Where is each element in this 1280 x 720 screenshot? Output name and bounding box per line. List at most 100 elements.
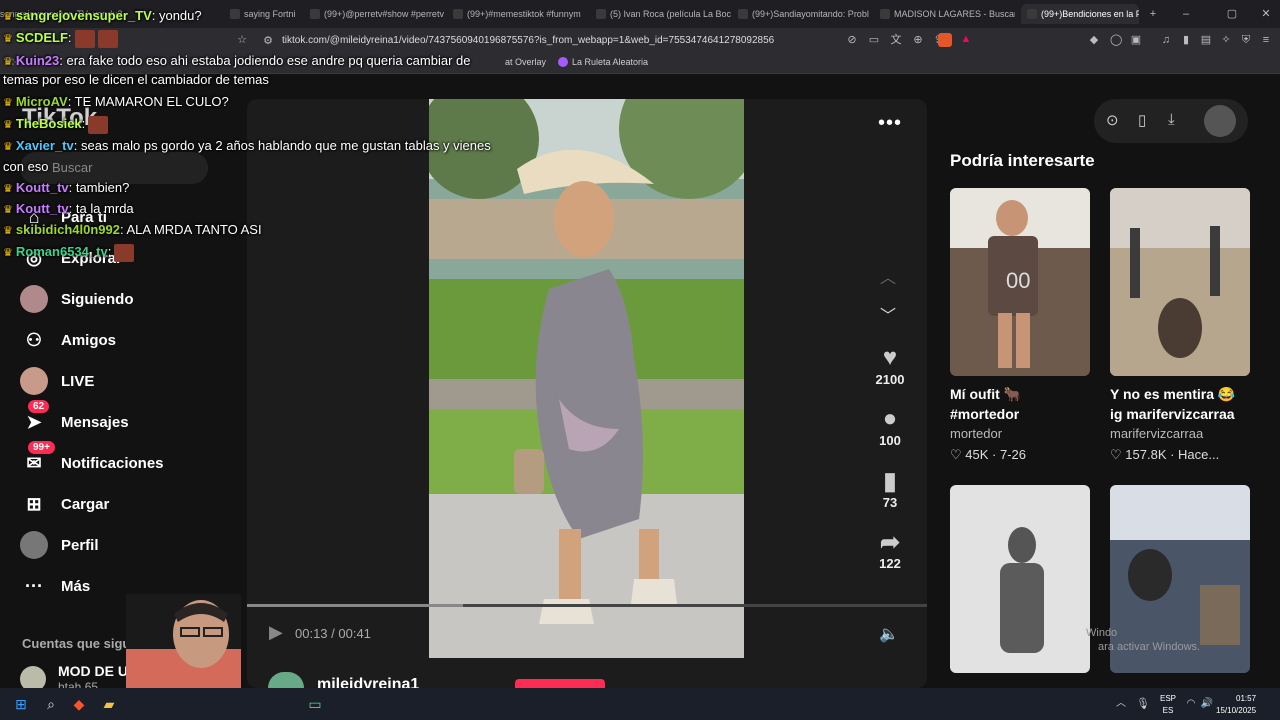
tab-favicon-icon	[738, 9, 748, 19]
language-indicator[interactable]: ESP ES	[1160, 693, 1176, 717]
block-icon[interactable]: ⊘	[846, 34, 858, 46]
share-button[interactable]: ➦ 122	[858, 528, 922, 571]
bookmark-icon[interactable]: ☆	[236, 34, 248, 46]
prev-video-icon[interactable]: ︿	[880, 264, 896, 288]
comment-icon: ●	[882, 405, 898, 432]
comment-button[interactable]: ● 100	[858, 405, 922, 448]
close-window-icon[interactable]: ✕	[1260, 8, 1272, 20]
chat-username: Xavier_tv	[15, 138, 74, 153]
watermark-line: ara activar Windows.	[1098, 641, 1201, 653]
recommend-user: marifervizcarraa	[1110, 426, 1204, 441]
chat-text: temas por eso le dicen el cambiador de t…	[3, 72, 269, 87]
volume-icon[interactable]: 🔊	[1198, 695, 1216, 713]
sidebar-item-más[interactable]: ··· Más	[20, 571, 90, 601]
chat-username: skibidich4l0n992	[15, 222, 120, 237]
site-info-icon[interactable]: ⚙	[262, 35, 274, 47]
tray-chevron-icon[interactable]: ︿	[1112, 695, 1130, 713]
save-button[interactable]: ▮ 73	[858, 467, 922, 510]
chat-message: ♛ Roman6534_tv:	[3, 241, 135, 265]
sidebar-item-notificaciones[interactable]: ✉ 99+ Notificaciones	[20, 441, 164, 478]
recommend-meta: ♡ 157.8K · Hace...	[1110, 447, 1220, 462]
cast-icon[interactable]: ▭	[868, 34, 880, 46]
browser-tab[interactable]: (99+)Sandiayomitando: Probl	[738, 4, 873, 24]
chat-username: SCDELF	[15, 30, 68, 45]
chat-badge-icon: ♛	[3, 204, 16, 216]
menu-icon[interactable]: ≡	[1260, 34, 1272, 46]
rewards-icon[interactable]: ▲	[960, 33, 972, 45]
sidebar-item-siguiendo[interactable]: Siguiendo	[20, 284, 134, 314]
play-icon[interactable]: ▶	[269, 622, 283, 643]
bookmark-item[interactable]: at Overlay	[505, 57, 546, 67]
phone-icon[interactable]: ▯	[1138, 111, 1146, 129]
zoom-icon[interactable]: ⊕	[912, 34, 924, 46]
sidebar-icon[interactable]: ▮	[1180, 34, 1192, 46]
download-icon[interactable]: ⤓	[1168, 111, 1175, 128]
clock[interactable]: 01:57 15/10/2025	[1216, 693, 1256, 717]
progress-bar[interactable]	[247, 604, 927, 607]
vpn-icon[interactable]: ⛨	[1240, 34, 1252, 46]
search-icon[interactable]: ⌕	[42, 695, 60, 713]
tab-favicon-icon	[1027, 9, 1037, 19]
brave-icon[interactable]: ◆	[70, 695, 88, 713]
browser-tab[interactable]: (99+)Bendiciones en la Pl	[1021, 4, 1139, 24]
sidebar-item-label: LIVE	[61, 372, 95, 390]
brave-shield-icon[interactable]	[938, 33, 952, 47]
volume-icon[interactable]: 🔈	[879, 624, 899, 644]
url-field[interactable]: ⚙ tiktok.com/@mileidyreina1/video/743756…	[256, 32, 816, 49]
windows-watermark: Windo ara activar Windows.	[1086, 626, 1200, 654]
tab-favicon-icon	[230, 9, 240, 19]
language-sub: ES	[1162, 706, 1174, 715]
more-options-icon[interactable]: •••	[878, 112, 902, 135]
browser-tab[interactable]: (5) Ivan Roca (película La Boca)	[596, 4, 731, 24]
recommend-card[interactable]: 00 Mí oufit 🐂 #mortedor mortedor ♡ 45K ·…	[950, 188, 1090, 463]
profile-avatar[interactable]	[1204, 105, 1236, 137]
recommend-card[interactable]	[950, 485, 1090, 673]
sidebar-item-label: Siguiendo	[61, 290, 134, 308]
sidebar-item-perfil[interactable]: Perfil	[20, 530, 99, 560]
chat-badge-icon: ♛	[3, 56, 16, 68]
recommend-card[interactable]: Y no es mentira 😂 ig marifervizcarraa ma…	[1110, 188, 1250, 463]
watermark-line: Windo	[1086, 627, 1118, 639]
profile-icon	[20, 531, 48, 559]
leo-icon[interactable]: ✧	[1220, 34, 1232, 46]
microphone-icon[interactable]: 🎙	[1134, 695, 1152, 713]
follow-button[interactable]	[515, 679, 605, 688]
browser-tab[interactable]: (99+)@perretv#show #perretv	[310, 4, 445, 24]
compass-icon[interactable]: ⊙	[1106, 111, 1119, 129]
sidebar-item-mensajes[interactable]: ➤ 62 Mensajes	[20, 400, 129, 437]
browser-tab[interactable]: saying Fortni	[230, 4, 300, 24]
extension-icon[interactable]: ▣	[1130, 34, 1142, 46]
file-explorer-icon[interactable]: ▰	[100, 695, 118, 713]
svg-text:00: 00	[1006, 268, 1030, 293]
url-text: tiktok.com/@mileidyreina1/video/74375609…	[282, 35, 775, 46]
sidebar-item-live[interactable]: LIVE	[20, 366, 94, 396]
translate-icon[interactable]: 文	[890, 34, 902, 46]
recommend-title-text: Mí oufit 🐂 #mortedor	[950, 386, 1022, 422]
browser-tab[interactable]: MADISON LAGARES - Buscar	[880, 4, 1015, 24]
chat-text: : seas malo ps gordo ya 2 años hablando …	[73, 138, 491, 153]
next-video-icon[interactable]: ﹀	[880, 302, 896, 326]
save-count: 73	[882, 495, 898, 510]
wallet-icon[interactable]: ▤	[1200, 34, 1212, 46]
recommend-thumbnail	[950, 485, 1090, 673]
sidebar-item-cargar[interactable]: ⊞ Cargar	[20, 489, 109, 519]
extension-icon[interactable]: ◯	[1110, 34, 1122, 46]
sidebar-item-amigos[interactable]: ⚇ Amigos	[20, 325, 116, 355]
like-button[interactable]: ♥ 2100	[858, 344, 922, 387]
chat-message: ♛ sangrejovensuper_TV: yondu?	[3, 5, 202, 29]
video-player[interactable]	[429, 99, 744, 658]
extension-icon[interactable]: ◆	[1088, 34, 1100, 46]
music-icon[interactable]: ♫	[1160, 34, 1172, 46]
new-tab-icon[interactable]: +	[1147, 8, 1159, 20]
video-frame	[429, 99, 744, 658]
windows-start-icon[interactable]: ⊞	[12, 695, 30, 713]
minimize-icon[interactable]: –	[1180, 8, 1192, 20]
notification-badge: 99+	[28, 441, 55, 454]
bookmark-item[interactable]: La Ruleta Aleatoria	[572, 57, 648, 67]
terminal-icon[interactable]: ▭	[306, 695, 324, 713]
browser-tab[interactable]: (99+)#memestiktok #funnym	[453, 4, 588, 24]
chat-message: ♛ SCDELF:	[3, 27, 118, 51]
search-placeholder: Buscar	[52, 160, 93, 175]
maximize-icon[interactable]: ▢	[1226, 8, 1238, 20]
author-name[interactable]: mileidyreina1	[317, 676, 419, 688]
